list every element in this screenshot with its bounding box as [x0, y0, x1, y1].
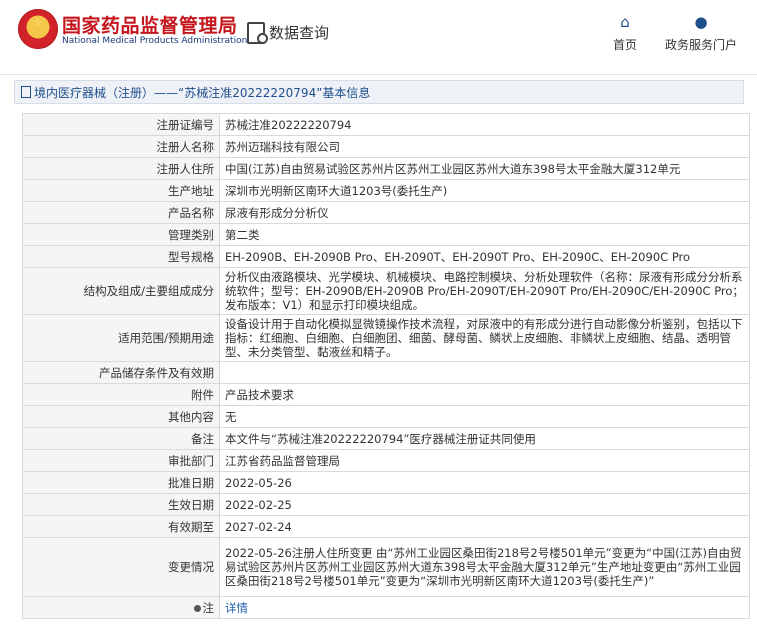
table-row: 有效期至 2027-02-24 — [22, 515, 750, 538]
field-label: 产品储存条件及有效期 — [22, 361, 220, 384]
field-value: 无 — [219, 405, 750, 428]
field-value: 尿液有形成分分析仪 — [219, 201, 750, 224]
field-label: 变更情况 — [22, 537, 220, 597]
data-query-label: 数据查询 — [269, 24, 330, 42]
nav-home-label: 首页 — [612, 38, 637, 52]
table-row: 型号规格 EH-2090B、EH-2090B Pro、EH-2090T、EH-20… — [22, 245, 750, 268]
field-label: 适用范围/预期用途 — [22, 314, 220, 362]
field-label: 生产地址 — [22, 179, 220, 202]
table-row: 附件 产品技术要求 — [22, 383, 750, 406]
nav-service-portal[interactable]: ● 政务服务门户 — [660, 14, 742, 53]
details-link[interactable]: 详情 — [225, 601, 248, 615]
field-value: 2022-02-25 — [219, 493, 750, 516]
field-label: 管理类别 — [22, 223, 220, 246]
field-value: 分析仪由液路模块、光学模块、机械模块、电路控制模块、分析处理软件（名称：尿液有形… — [219, 267, 750, 315]
field-label: 注册人名称 — [22, 135, 220, 158]
field-label: 注册人住所 — [22, 157, 220, 180]
field-label: 有效期至 — [22, 515, 220, 538]
field-value: 2022-05-26注册人住所变更 由“苏州工业园区桑田街218号2号楼501单… — [219, 537, 750, 597]
field-label: 其他内容 — [22, 405, 220, 428]
table-row: 结构及组成/主要组成成分 分析仪由液路模块、光学模块、机械模块、电路控制模块、分析… — [22, 267, 750, 315]
note-label-cell: 注 — [22, 596, 220, 619]
table-row: 生产地址 深圳市光明新区南环大道1203号(委托生产) — [22, 179, 750, 202]
document-icon — [21, 86, 31, 98]
field-label: 附件 — [22, 383, 220, 406]
table-row: 注册人名称 苏州迈瑞科技有限公司 — [22, 135, 750, 158]
table-row: 注册人住所 中国(江苏)自由贸易试验区苏州片区苏州工业园区苏州大道东398号太平金… — [22, 157, 750, 180]
field-label: 审批部门 — [22, 449, 220, 472]
table-row: 生效日期 2022-02-25 — [22, 493, 750, 516]
table-row: 审批部门 江苏省药品监督管理局 — [22, 449, 750, 472]
field-label: 型号规格 — [22, 245, 220, 268]
field-value: 设备设计用于自动化模拟显微镜操作技术流程，对尿液中的有形成分进行自动影像分析鉴别… — [219, 314, 750, 362]
field-value: 深圳市光明新区南环大道1203号(委托生产) — [219, 179, 750, 202]
site-header: ★ 国家药品监督管理局 National Medical Products Ad… — [0, 0, 757, 75]
nav-home[interactable]: ⌂ 首页 — [608, 14, 642, 53]
lightbulb-icon — [193, 604, 201, 612]
field-label: 注册证编号 — [22, 113, 220, 136]
brand-title-en: National Medical Products Administration — [62, 36, 248, 46]
field-value: 第二类 — [219, 223, 750, 246]
registration-detail-table: 注册证编号 苏械注准20222220794 注册人名称 苏州迈瑞科技有限公司 注册人… — [22, 113, 750, 619]
field-value: 中国(江苏)自由贸易试验区苏州片区苏州工业园区苏州大道东398号太平金融大厦31… — [219, 157, 750, 180]
field-value: 江苏省药品监督管理局 — [219, 449, 750, 472]
field-value — [219, 361, 750, 384]
table-row: 备注 本文件与“苏械注准20222220794”医疗器械注册证共同使用 — [22, 427, 750, 450]
field-label: 产品名称 — [22, 201, 220, 224]
home-icon: ⌂ — [620, 13, 630, 31]
document-search-icon — [247, 22, 268, 44]
breadcrumb-bar: 境内医疗器械（注册）——“苏械注准20222220794”基本信息 — [14, 80, 744, 104]
table-row: 其他内容无 — [22, 405, 750, 428]
table-row: 变更情况 2022-05-26注册人住所变更 由“苏州工业园区桑田街218号2号楼… — [22, 537, 750, 597]
nav-portal-label: 政务服务门户 — [664, 38, 737, 52]
table-row: 批准日期 2022-05-26 — [22, 471, 750, 494]
table-row: 产品名称 尿液有形成分分析仪 — [22, 201, 750, 224]
table-row: 注册证编号 苏械注准20222220794 — [22, 113, 750, 136]
brand-title-cn: 国家药品监督管理局 — [62, 15, 238, 37]
breadcrumb: 境内医疗器械（注册）——“苏械注准20222220794”基本信息 — [21, 84, 370, 101]
note-label: 注 — [202, 600, 215, 615]
field-label: 批准日期 — [22, 471, 220, 494]
breadcrumb-text: 境内医疗器械（注册）——“苏械注准20222220794”基本信息 — [34, 86, 371, 100]
field-label: 结构及组成/主要组成成分 — [22, 267, 220, 315]
field-value: EH-2090B、EH-2090B Pro、EH-2090T、EH-2090T … — [219, 245, 750, 268]
note-value-cell: 详情 — [219, 596, 750, 619]
table-row: 适用范围/预期用途 设备设计用于自动化模拟显微镜操作技术流程，对尿液中的有形成分进… — [22, 314, 750, 362]
field-value: 2027-02-24 — [219, 515, 750, 538]
user-icon: ● — [694, 13, 708, 31]
field-value: 苏州迈瑞科技有限公司 — [219, 135, 750, 158]
table-row: 产品储存条件及有效期 — [22, 361, 750, 384]
field-value: 本文件与“苏械注准20222220794”医疗器械注册证共同使用 — [219, 427, 750, 450]
table-row: 管理类别 第二类 — [22, 223, 750, 246]
field-label: 备注 — [22, 427, 220, 450]
field-value: 苏械注准20222220794 — [219, 113, 750, 136]
field-value: 2022-05-26 — [219, 471, 750, 494]
field-label: 生效日期 — [22, 493, 220, 516]
field-value: 产品技术要求 — [219, 383, 750, 406]
national-emblem-logo: ★ — [18, 9, 58, 49]
table-row-note: 注 详情 — [22, 596, 750, 619]
